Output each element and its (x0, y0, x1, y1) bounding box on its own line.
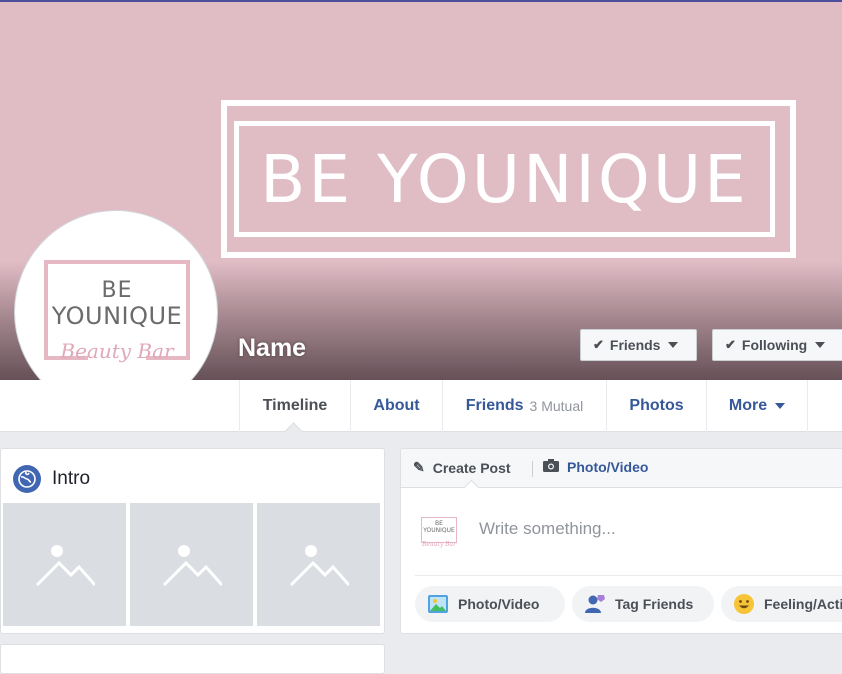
tab-label: About (373, 397, 420, 414)
top-border (0, 0, 842, 2)
avatar-logo-line1: BE (101, 278, 133, 303)
intro-title: Intro (52, 468, 91, 489)
photo-video-label: Photo/Video (567, 459, 649, 475)
profile-name[interactable]: Name (238, 334, 306, 363)
tab-label: Photos (629, 397, 684, 414)
photo-placeholder[interactable] (257, 503, 380, 626)
photo-video-button-label: Photo/Video (458, 596, 540, 612)
following-button-label: Following (741, 337, 808, 353)
tag-friends-button-label: Tag Friends (615, 596, 694, 612)
feeling-activity-button[interactable]: Feeling/Activity (721, 586, 842, 622)
divider (532, 461, 533, 477)
tab-photos[interactable]: Photos (606, 380, 706, 432)
cover-logo-inner-frame: BE YOUNIQUE (234, 121, 775, 237)
image-placeholder-icon (35, 545, 95, 587)
pencil-icon: ✎ (413, 459, 425, 475)
smiley-icon (733, 593, 755, 615)
tab-label: Friends (465, 397, 524, 414)
create-post-tab[interactable]: ✎ Create Post (413, 459, 511, 476)
checkmark-icon: ✔ (593, 337, 604, 352)
following-button[interactable]: ✔ Following (712, 329, 842, 361)
post-composer: ✎ Create Post Photo/Video BE YOUNIQUE Bea… (400, 448, 842, 634)
tab-label: More (728, 397, 768, 414)
image-placeholder-icon (162, 545, 222, 587)
friends-button-label: Friends (609, 337, 661, 353)
composer-avatar: BE YOUNIQUE Beauty Bar (419, 513, 459, 553)
caret-down-icon (775, 403, 786, 409)
tab-about[interactable]: About (350, 380, 442, 432)
write-something-input[interactable]: Write something... (479, 519, 616, 539)
checkmark-icon: ✔ (725, 337, 736, 352)
feeling-activity-button-label: Feeling/Activity (764, 596, 842, 612)
tab-friends[interactable]: Friends 3 Mutual (442, 380, 606, 432)
photo-video-button[interactable]: Photo/Video (415, 586, 565, 622)
photo-placeholder[interactable] (3, 503, 126, 626)
photo-placeholder[interactable] (130, 503, 253, 626)
avatar-logo-line2: YOUNIQUE (51, 302, 183, 330)
image-placeholder-icon (289, 545, 349, 587)
photo-icon (427, 593, 449, 615)
tag-friends-icon (584, 593, 606, 615)
cover-logo-text: BE YOUNIQUE (260, 140, 749, 218)
mutual-friends-count: 3 Mutual (529, 398, 584, 414)
tab-label: Timeline (262, 397, 328, 414)
intro-card: Intro (0, 448, 385, 634)
profile-nav-bar: Timeline About Friends 3 Mutual Photos M… (0, 380, 842, 432)
tag-friends-button[interactable]: Tag Friends (572, 586, 714, 622)
divider (415, 575, 842, 576)
friends-button[interactable]: ✔ Friends (580, 329, 697, 361)
photo-video-tab[interactable]: Photo/Video (543, 459, 648, 475)
camera-icon (543, 459, 559, 475)
tab-more[interactable]: More (706, 380, 808, 432)
next-card (0, 644, 385, 674)
caret-down-icon (668, 342, 679, 348)
caret-down-icon (815, 342, 826, 348)
globe-icon (13, 465, 41, 493)
avatar-logo-script: Beauty Bar (60, 339, 174, 363)
create-post-label: Create Post (432, 459, 511, 476)
